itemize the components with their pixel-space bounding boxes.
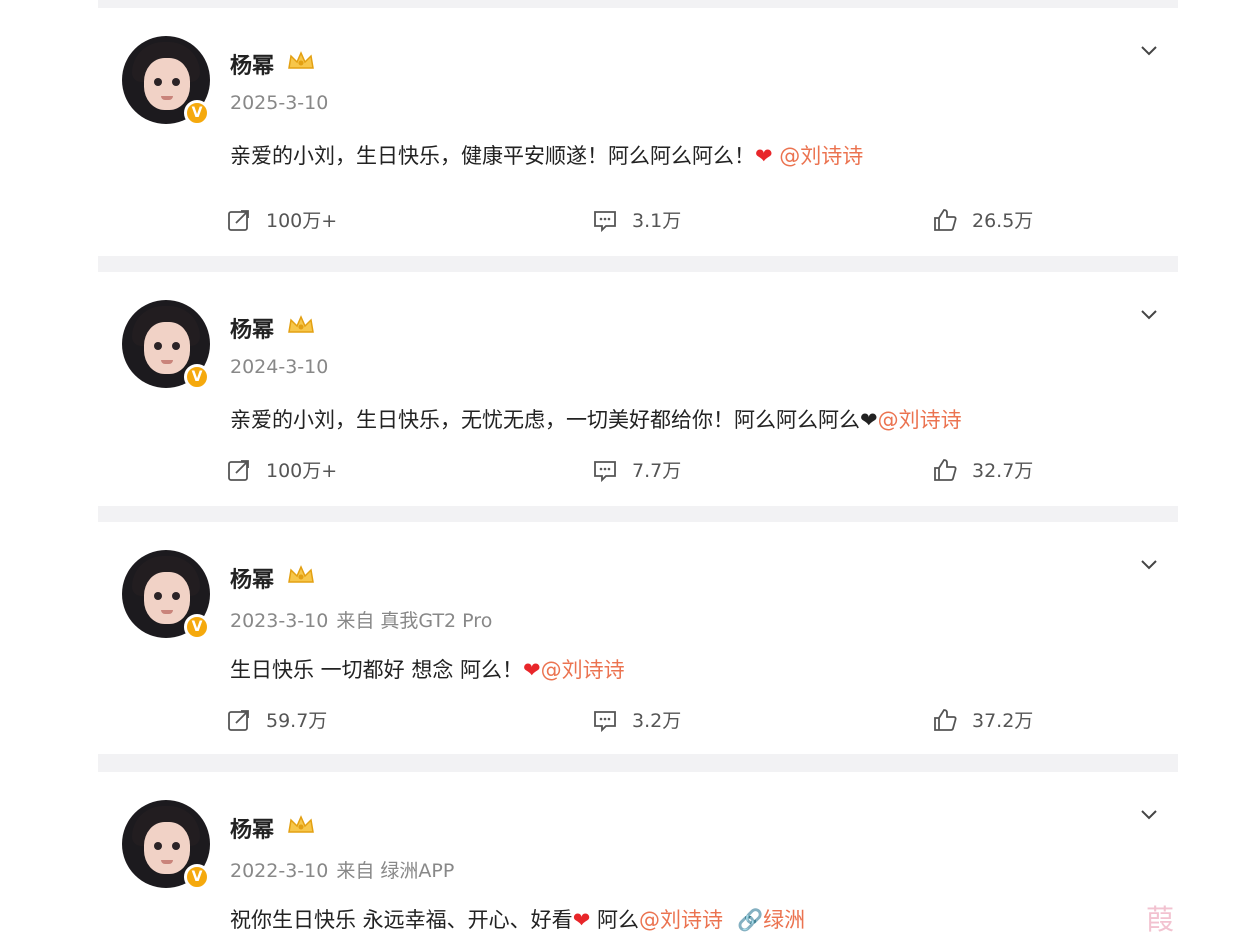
like-button[interactable]: 26.5万	[932, 206, 1033, 233]
verified-badge-icon: V	[184, 864, 210, 890]
post-card: V 杨幂 2024-3-10 亲爱的小刘，生日快乐，无忧无虑，一切美好都给你！阿…	[98, 272, 1178, 506]
chevron-down-icon[interactable]	[1138, 554, 1160, 576]
repost-icon	[228, 459, 249, 481]
heart-emoji-icon: ❤	[523, 658, 541, 682]
repost-count: 59.7万	[266, 710, 328, 732]
like-icon	[934, 208, 957, 231]
post-text: 生日快乐 一切都好 想念 阿么！❤@刘诗诗	[230, 658, 625, 682]
repost-button[interactable]: 59.7万	[226, 706, 327, 733]
mention-link[interactable]: @刘诗诗	[779, 144, 863, 168]
oasis-link[interactable]: 绿洲	[763, 908, 805, 932]
user-name[interactable]: 杨幂	[230, 312, 274, 344]
post-card: V 杨幂 2023-3-10 来自 真我GT2 Pro 生日快乐 一切都好 想念 …	[98, 522, 1178, 754]
mention-link[interactable]: @刘诗诗	[541, 658, 625, 682]
post-card: V 杨幂 2022-3-10 来自 绿洲APP 祝你生日快乐 永远幸福、开心、好看…	[98, 772, 1178, 946]
post-text: 亲爱的小刘，生日快乐，健康平安顺遂！阿么阿么阿么！❤ @刘诗诗	[230, 144, 864, 168]
heart-emoji-icon: ❤	[860, 408, 878, 432]
user-name[interactable]: 杨幂	[230, 812, 274, 844]
source-app-link[interactable]: 真我GT2 Pro	[380, 610, 492, 632]
like-button[interactable]: 32.7万	[932, 456, 1033, 483]
comment-count: 3.1万	[632, 210, 682, 232]
comment-count: 7.7万	[632, 460, 682, 482]
user-name[interactable]: 杨幂	[230, 48, 274, 80]
repost-button[interactable]: 100万+	[226, 456, 337, 483]
comment-button[interactable]: 3.1万	[592, 206, 681, 233]
chevron-down-icon[interactable]	[1138, 304, 1160, 326]
repost-button[interactable]: 100万+	[226, 206, 337, 233]
crown-badge-icon	[288, 315, 314, 333]
crown-badge-icon	[288, 815, 314, 833]
chevron-down-icon[interactable]	[1138, 804, 1160, 826]
like-count: 32.7万	[972, 460, 1034, 482]
chevron-down-icon[interactable]	[1138, 40, 1160, 62]
repost-icon	[228, 209, 249, 231]
comment-button[interactable]: 3.2万	[592, 706, 681, 733]
like-button[interactable]: 37.2万	[932, 706, 1033, 733]
verified-badge-icon: V	[184, 614, 210, 640]
post-date: 2023-3-10 来自 真我GT2 Pro	[230, 610, 493, 632]
verified-badge-icon: V	[184, 100, 210, 126]
repost-count: 100万+	[266, 460, 338, 482]
post-text: 祝你生日快乐 永远幸福、开心、好看❤ 阿么@刘诗诗 🔗绿洲	[230, 908, 806, 932]
heart-emoji-icon: ❤	[755, 144, 773, 168]
post-date: 2022-3-10 来自 绿洲APP	[230, 860, 455, 882]
like-count: 26.5万	[972, 210, 1034, 232]
user-name[interactable]: 杨幂	[230, 562, 274, 594]
heart-emoji-icon: ❤	[572, 908, 591, 932]
source-app-link[interactable]: 绿洲APP	[380, 860, 454, 882]
comment-icon	[594, 710, 616, 732]
comment-icon	[594, 210, 616, 232]
crown-badge-icon	[288, 51, 314, 69]
repost-count: 100万+	[266, 210, 338, 232]
comment-button[interactable]: 7.7万	[592, 456, 681, 483]
like-count: 37.2万	[972, 710, 1034, 732]
mention-link[interactable]: @刘诗诗	[878, 408, 962, 432]
link-icon: 🔗	[736, 908, 764, 932]
watermark: 葭	[1146, 903, 1175, 936]
like-icon	[934, 708, 957, 731]
verified-badge-icon: V	[184, 364, 210, 390]
post-card: V 杨幂 2025-3-10 亲爱的小刘，生日快乐，健康平安顺遂！阿么阿么阿么！…	[98, 8, 1178, 256]
like-icon	[934, 458, 957, 481]
post-date: 2024-3-10	[230, 356, 329, 378]
post-date: 2025-3-10	[230, 92, 329, 114]
comment-icon	[594, 460, 616, 482]
post-text: 亲爱的小刘，生日快乐，无忧无虑，一切美好都给你！阿么阿么阿么❤@刘诗诗	[230, 408, 962, 432]
mention-link[interactable]: @刘诗诗	[639, 908, 723, 932]
crown-badge-icon	[288, 565, 314, 583]
comment-count: 3.2万	[632, 710, 682, 732]
repost-icon	[228, 709, 249, 731]
